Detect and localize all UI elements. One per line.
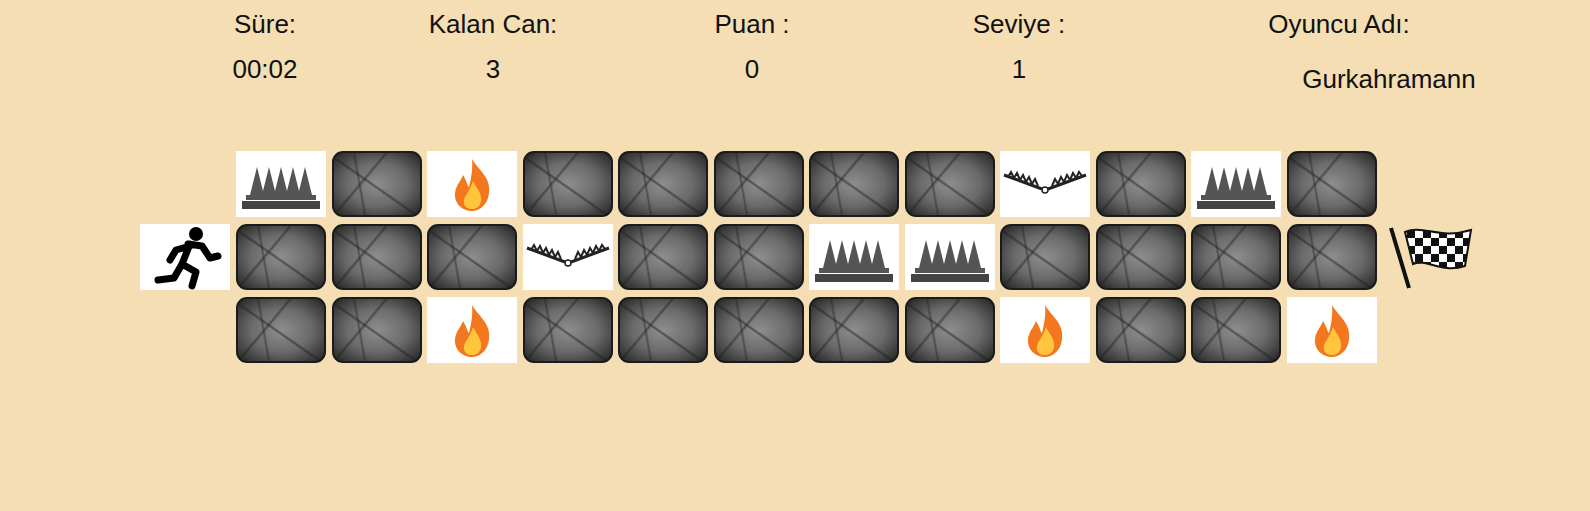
fire-icon bbox=[427, 151, 517, 217]
stone-cell[interactable] bbox=[332, 224, 422, 290]
fire-cell[interactable] bbox=[1000, 297, 1090, 363]
stone-icon bbox=[1096, 224, 1186, 290]
stone-icon bbox=[1287, 151, 1377, 217]
stone-cell[interactable] bbox=[618, 297, 708, 363]
stone-cell[interactable] bbox=[809, 151, 899, 217]
stat-label: Süre: bbox=[234, 8, 296, 40]
trap-icon bbox=[523, 224, 613, 290]
stone-cell[interactable] bbox=[523, 297, 613, 363]
stone-icon bbox=[1096, 297, 1186, 363]
stone-cell[interactable] bbox=[714, 224, 804, 290]
stone-cell[interactable] bbox=[1000, 224, 1090, 290]
status-header: Süre: 00:02 Kalan Can: 3 Puan : 0 Seviye : 1 Oyu… bbox=[0, 0, 1590, 95]
game-screen: Süre: 00:02 Kalan Can: 3 Puan : 0 Seviye : 1 Oyu… bbox=[0, 0, 1590, 511]
stone-cell[interactable] bbox=[905, 151, 995, 217]
spike-cell[interactable] bbox=[1191, 151, 1281, 217]
stone-cell[interactable] bbox=[1096, 297, 1186, 363]
stone-icon bbox=[523, 297, 613, 363]
spike-cell[interactable] bbox=[905, 224, 995, 290]
fire-icon bbox=[427, 297, 517, 363]
stat-value: 00:02 bbox=[232, 53, 297, 85]
stone-cell[interactable] bbox=[714, 151, 804, 217]
stone-cell[interactable] bbox=[618, 224, 708, 290]
stone-cell[interactable] bbox=[1096, 224, 1186, 290]
stone-cell[interactable] bbox=[714, 297, 804, 363]
board-area bbox=[0, 151, 1590, 363]
trap-icon bbox=[1000, 151, 1090, 217]
stone-icon bbox=[1287, 224, 1377, 290]
stone-icon bbox=[1096, 151, 1186, 217]
stone-icon bbox=[618, 151, 708, 217]
stone-cell[interactable] bbox=[332, 297, 422, 363]
fire-cell[interactable] bbox=[1287, 297, 1377, 363]
stat-value: 1 bbox=[1012, 53, 1026, 85]
trap-cell[interactable] bbox=[1000, 151, 1090, 217]
stat-value: 0 bbox=[745, 53, 759, 85]
stone-cell[interactable] bbox=[1096, 151, 1186, 217]
stone-cell[interactable] bbox=[618, 151, 708, 217]
spike-icon bbox=[809, 224, 899, 290]
fire-cell[interactable] bbox=[427, 151, 517, 217]
finish-flag-icon[interactable] bbox=[1383, 222, 1479, 292]
stat: Seviye : 1 bbox=[868, 8, 1170, 95]
stone-cell[interactable] bbox=[1287, 151, 1377, 217]
stone-cell[interactable] bbox=[1287, 224, 1377, 290]
stone-icon bbox=[1191, 297, 1281, 363]
player-label: Oyuncu Adı: bbox=[1268, 8, 1410, 40]
stat: Kalan Can: 3 bbox=[350, 8, 636, 95]
fire-icon bbox=[1287, 297, 1377, 363]
stone-icon bbox=[809, 297, 899, 363]
stone-cell[interactable] bbox=[236, 224, 326, 290]
stat: Süre: 00:02 bbox=[180, 8, 350, 95]
player-name: Gurkahramann bbox=[1202, 63, 1475, 95]
stone-cell[interactable] bbox=[236, 297, 326, 363]
stone-icon bbox=[427, 224, 517, 290]
stat-value: 3 bbox=[486, 53, 500, 85]
spike-icon bbox=[1191, 151, 1281, 217]
stat-label: Kalan Can: bbox=[429, 8, 558, 40]
stone-icon bbox=[618, 224, 708, 290]
stone-cell[interactable] bbox=[332, 151, 422, 217]
stone-icon bbox=[714, 224, 804, 290]
stone-cell[interactable] bbox=[1191, 224, 1281, 290]
spike-icon bbox=[236, 151, 326, 217]
stone-icon bbox=[1191, 224, 1281, 290]
stone-icon bbox=[905, 297, 995, 363]
stone-icon bbox=[809, 151, 899, 217]
stone-icon bbox=[618, 297, 708, 363]
fire-icon bbox=[1000, 297, 1090, 363]
stone-icon bbox=[236, 224, 326, 290]
trap-cell[interactable] bbox=[523, 224, 613, 290]
stone-icon bbox=[236, 297, 326, 363]
spike-icon bbox=[905, 224, 995, 290]
stone-icon bbox=[332, 151, 422, 217]
stone-icon bbox=[332, 224, 422, 290]
stone-cell[interactable] bbox=[905, 297, 995, 363]
stone-icon bbox=[714, 151, 804, 217]
stone-cell[interactable] bbox=[427, 224, 517, 290]
runner-icon[interactable] bbox=[140, 224, 230, 290]
stone-icon bbox=[714, 297, 804, 363]
stone-icon bbox=[523, 151, 613, 217]
spike-cell[interactable] bbox=[809, 224, 899, 290]
stat: Puan : 0 bbox=[636, 8, 868, 95]
spike-cell[interactable] bbox=[236, 151, 326, 217]
player-stat: Oyuncu Adı: Gurkahramann bbox=[1170, 8, 1508, 95]
stone-icon bbox=[905, 151, 995, 217]
stone-icon bbox=[1000, 224, 1090, 290]
stone-cell[interactable] bbox=[1191, 297, 1281, 363]
stone-icon bbox=[332, 297, 422, 363]
fire-cell[interactable] bbox=[427, 297, 517, 363]
stone-cell[interactable] bbox=[523, 151, 613, 217]
stat-label: Puan : bbox=[714, 8, 789, 40]
stat-label: Seviye : bbox=[973, 8, 1066, 40]
stone-cell[interactable] bbox=[809, 297, 899, 363]
board-grid bbox=[236, 151, 1377, 363]
